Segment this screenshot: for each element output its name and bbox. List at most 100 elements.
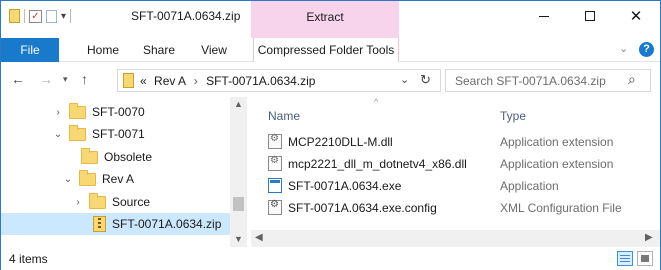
folder-icon xyxy=(69,124,86,141)
zip-folder-icon xyxy=(93,216,106,232)
file-row[interactable]: SFT-0071A.0634.exe.config XML Configurat… xyxy=(251,197,660,219)
file-name-cell: mcp2221_dll_m_dotnetv4_x86.dll xyxy=(268,155,467,171)
scroll-up-icon[interactable]: ▲ xyxy=(234,99,243,109)
tree-item-rev-a[interactable]: ⌄ Rev A xyxy=(63,168,134,190)
folder-icon xyxy=(79,169,96,186)
file-type: Application extension xyxy=(500,157,614,171)
scrollbar-thumb[interactable] xyxy=(233,197,244,211)
tree-item-label: Source xyxy=(112,195,151,209)
back-arrow-icon: ← xyxy=(11,71,25,87)
customize-toolbar-icon[interactable]: ▾ xyxy=(61,11,66,22)
tree-item-source[interactable]: › Source xyxy=(73,191,150,213)
back-button[interactable]: ← xyxy=(11,71,25,87)
tree-item-label: SFT-0071 xyxy=(92,127,145,141)
close-icon: ✕ xyxy=(629,8,643,25)
file-row[interactable]: MCP2210DLL-M.dll Application extension xyxy=(251,131,660,153)
scroll-down-icon[interactable]: ▼ xyxy=(234,234,243,244)
recent-locations-button[interactable]: ▾ xyxy=(63,74,68,85)
properties-icon[interactable]: ✓ xyxy=(29,9,42,23)
collapse-chevron-icon[interactable]: ⌄ xyxy=(53,129,63,140)
details-view-button[interactable] xyxy=(617,251,633,266)
expand-ribbon-icon[interactable]: ⌄ xyxy=(619,42,628,55)
breadcrumb-overflow[interactable]: « xyxy=(140,74,147,88)
chevron-down-icon: ▾ xyxy=(63,74,68,84)
search-icon[interactable]: ⌕ xyxy=(628,71,636,88)
column-header-type[interactable]: Type xyxy=(500,109,526,123)
expand-chevron-icon[interactable]: › xyxy=(73,197,83,208)
column-header-name[interactable]: Name xyxy=(268,109,300,123)
help-icon[interactable]: ? xyxy=(639,42,654,57)
column-header-label: Name xyxy=(268,109,301,123)
search-box[interactable]: Search SFT-0071A.0634.zip ⌕ xyxy=(445,69,651,92)
maximize-button[interactable] xyxy=(567,1,613,31)
maximize-icon xyxy=(585,11,595,21)
toolbar-divider xyxy=(24,9,25,23)
tree-item-sft-0071[interactable]: ⌄ SFT-0071 xyxy=(53,123,145,145)
refresh-icon[interactable]: ↻ xyxy=(420,72,431,88)
file-list-scrollbar[interactable]: ◀ ▶ xyxy=(251,230,660,247)
file-row[interactable]: mcp2221_dll_m_dotnetv4_x86.dll Applicati… xyxy=(251,153,660,175)
scroll-left-icon[interactable]: ◀ xyxy=(255,232,263,243)
tab-share[interactable]: Share xyxy=(135,38,183,62)
tab-home[interactable]: Home xyxy=(79,38,127,62)
navigation-pane: › SFT-0070 ⌄ SFT-0071 Obsolete ⌄ Rev A ›… xyxy=(1,97,247,247)
tab-view[interactable]: View xyxy=(193,38,235,62)
sort-ascending-icon: ^ xyxy=(374,97,379,107)
status-bar: 4 items xyxy=(1,248,660,270)
tree-item-zip-selected[interactable]: SFT-0071A.0634.zip xyxy=(1,213,230,235)
quick-access-toolbar: ✓ ▾ xyxy=(9,7,72,25)
config-icon xyxy=(268,199,282,215)
up-button[interactable]: ↑ xyxy=(81,71,88,87)
exe-icon xyxy=(268,178,282,193)
dll-icon xyxy=(268,155,282,171)
nav-pane-scrollbar[interactable]: ▲ ▼ xyxy=(230,97,247,247)
tree-item-sft-0070[interactable]: › SFT-0070 xyxy=(53,101,145,123)
file-type: Application extension xyxy=(500,135,614,149)
file-row[interactable]: SFT-0071A.0634.exe Application xyxy=(251,175,660,197)
contextual-group-title: Extract xyxy=(306,10,344,24)
window-title: SFT-0071A.0634.zip xyxy=(131,9,241,23)
forward-arrow-icon: → xyxy=(39,71,53,87)
search-input[interactable]: Search SFT-0071A.0634.zip xyxy=(455,74,606,88)
folder-icon xyxy=(89,192,106,209)
tree-item-label: Rev A xyxy=(102,172,135,186)
tree-item-obsolete[interactable]: Obsolete xyxy=(81,146,152,168)
file-name-cell: SFT-0071A.0634.exe.config xyxy=(268,199,437,215)
breadcrumb: « Rev A › SFT-0071A.0634.zip xyxy=(140,74,315,88)
navigation-bar: ← → ▾ ↑ « Rev A › SFT-0071A.0634.zip ⌄ ↻… xyxy=(1,63,660,97)
zip-folder-icon xyxy=(9,9,20,23)
breadcrumb-separator-icon[interactable]: › xyxy=(194,74,198,88)
collapse-chevron-icon[interactable]: ⌄ xyxy=(63,174,73,185)
file-name-cell: MCP2210DLL-M.dll xyxy=(268,133,393,149)
column-header-label: Type xyxy=(500,109,527,123)
contextual-tab-group: Extract xyxy=(251,1,399,38)
large-icons-view-button[interactable] xyxy=(637,251,653,266)
breadcrumb-item[interactable]: SFT-0071A.0634.zip xyxy=(206,74,315,88)
details-view-icon xyxy=(620,255,630,262)
file-name-cell: SFT-0071A.0634.exe xyxy=(268,178,401,193)
file-type: XML Configuration File xyxy=(500,201,622,215)
close-button[interactable]: ✕ xyxy=(613,1,659,31)
address-bar[interactable]: « Rev A › SFT-0071A.0634.zip ⌄ ↻ xyxy=(117,69,441,92)
zip-folder-icon xyxy=(123,73,134,88)
tree-item-label: SFT-0071A.0634.zip xyxy=(112,217,222,231)
folder-icon xyxy=(69,102,86,119)
item-count: 4 items xyxy=(9,252,48,266)
address-dropdown-icon[interactable]: ⌄ xyxy=(400,73,409,86)
file-name: MCP2210DLL-M.dll xyxy=(288,134,393,149)
large-icons-view-icon xyxy=(641,255,649,262)
breadcrumb-item[interactable]: Rev A xyxy=(154,74,185,88)
minimize-icon xyxy=(539,15,549,17)
forward-button[interactable]: → xyxy=(39,71,53,87)
file-name: mcp2221_dll_m_dotnetv4_x86.dll xyxy=(288,156,467,171)
tab-compressed-folder-tools[interactable]: Compressed Folder Tools xyxy=(253,38,399,62)
scroll-right-icon[interactable]: ▶ xyxy=(645,232,653,243)
new-folder-icon[interactable] xyxy=(46,9,57,23)
file-type: Application xyxy=(500,179,559,193)
dll-icon xyxy=(268,133,282,149)
tab-file[interactable]: File xyxy=(1,38,59,62)
tree-item-label: Obsolete xyxy=(104,150,153,164)
minimize-button[interactable] xyxy=(521,1,567,31)
folder-icon xyxy=(81,147,98,164)
expand-chevron-icon[interactable]: › xyxy=(53,107,63,118)
